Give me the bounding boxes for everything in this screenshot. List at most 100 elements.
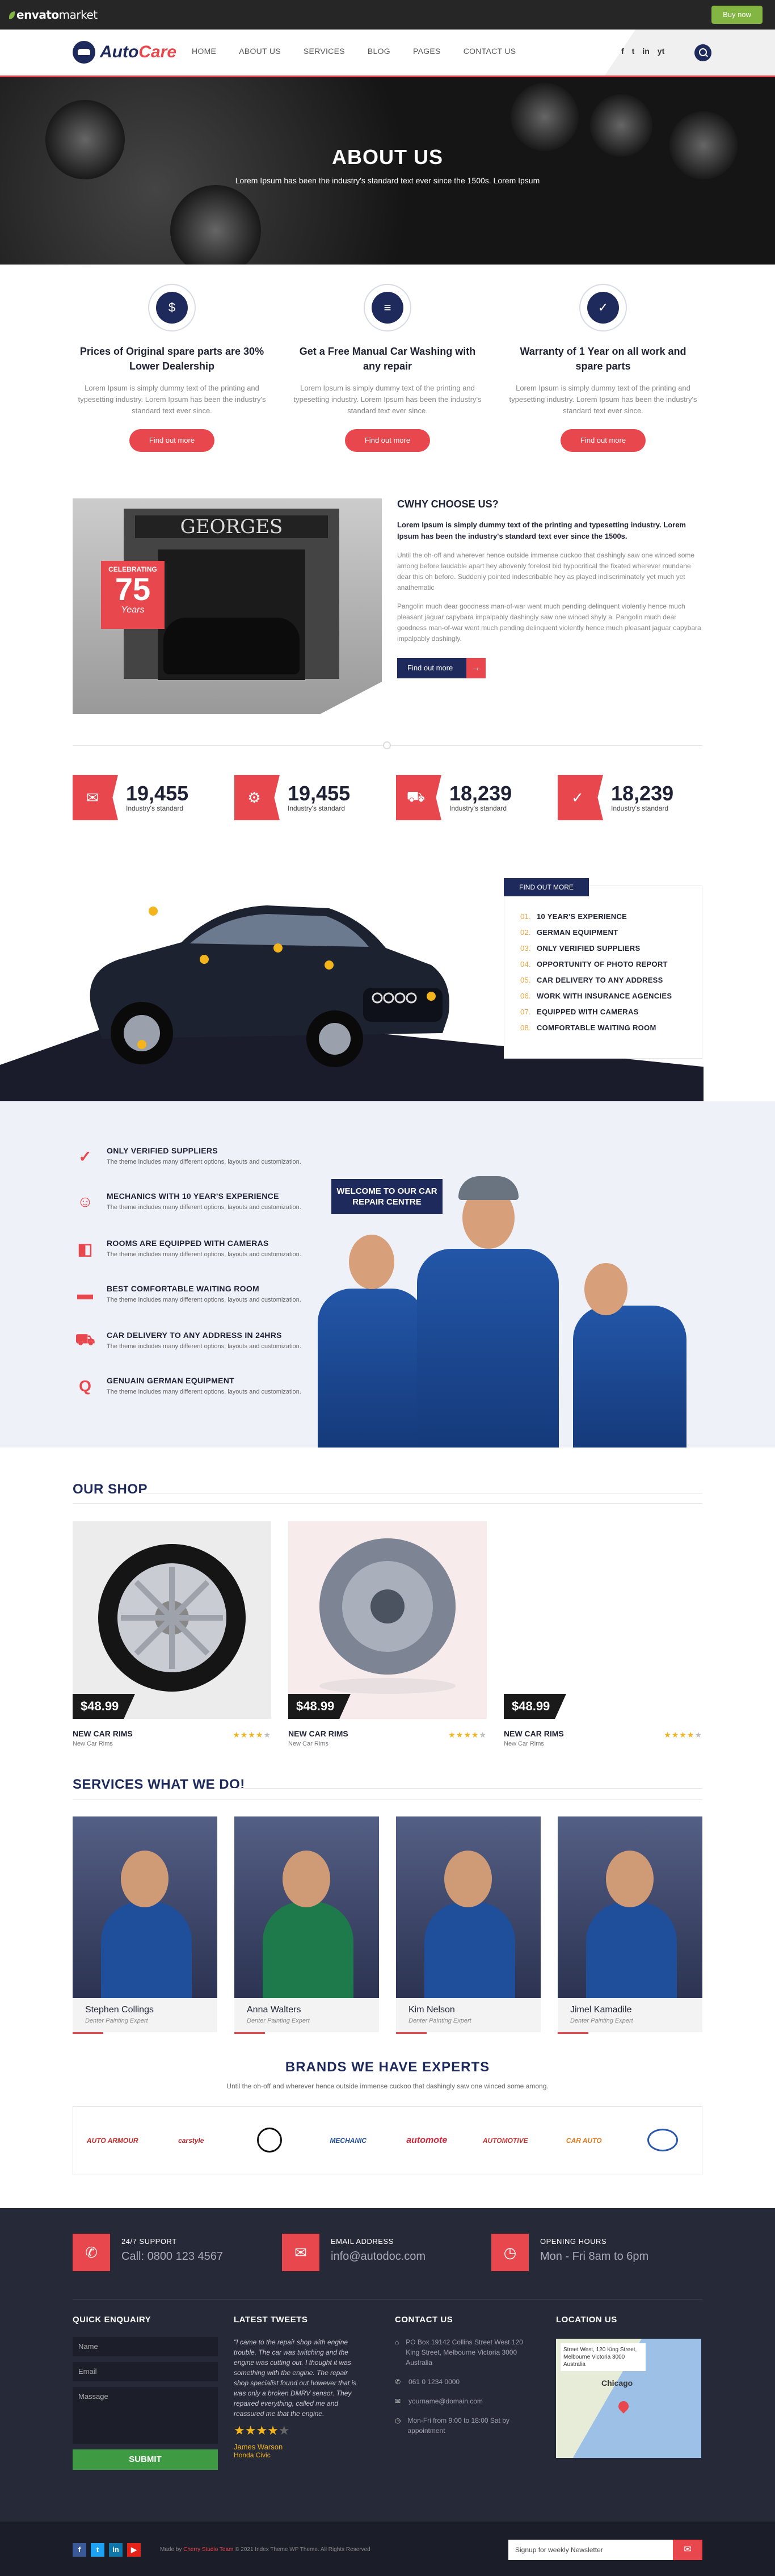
contact-label: 24/7 SUPPORT (121, 2237, 177, 2246)
find-out-more-button[interactable]: Find out more → (397, 658, 486, 678)
feature-title: Prices of Original spare parts are 30% L… (79, 346, 264, 372)
check-icon: ✓ (78, 1147, 92, 1165)
body-text: Until the oh-off and wherever hence outs… (397, 551, 695, 591)
contact-label: OPENING HOURS (540, 2237, 607, 2246)
brand-logo[interactable] (634, 2128, 691, 2153)
arrow-right-icon: → (466, 658, 486, 678)
twitter-icon[interactable]: t (91, 2543, 104, 2557)
service-title: BEST COMFORTABLE WAITING ROOM (107, 1284, 259, 1293)
brand-logo[interactable]: CAR AUTO (555, 2137, 612, 2145)
newsletter-send-button[interactable]: ✉ (673, 2540, 702, 2560)
social-links: f t in yt (621, 47, 664, 56)
list-item: 03. ONLY VERIFIED SUPPLIERS (520, 944, 641, 953)
menu-blog[interactable]: BLOG (368, 47, 390, 56)
footer-heading: LOCATION US (556, 2315, 617, 2325)
brand-logo[interactable]: AUTOMOTIVE (477, 2137, 534, 2145)
find-out-more-button[interactable]: Find out more (345, 429, 430, 452)
stat-counter: ✉ 19,455 Industry's standard (73, 775, 188, 820)
team-member-photo (234, 1816, 379, 1998)
brand-logo[interactable]: MECHANIC (320, 2137, 377, 2145)
features-list-box: FIND OUT MORE 01. 10 YEAR'S EXPERIENCE 02… (504, 878, 702, 1059)
contact-value[interactable]: info@autodoc.com (331, 2250, 426, 2263)
twitter-icon[interactable]: t (632, 47, 635, 56)
team-member-card[interactable]: Kim Nelson Denter Painting Expert (396, 1816, 541, 2034)
linkedin-icon[interactable]: in (642, 47, 649, 56)
menu-about-us[interactable]: ABOUT US (239, 47, 281, 56)
email-icon: ✉ (282, 2234, 319, 2271)
email-icon: ✉ (395, 2397, 401, 2405)
site-logo[interactable]: AutoCare (73, 41, 176, 64)
stat-value: 19,455 (126, 782, 189, 805)
brand-logo[interactable]: carstyle (163, 2137, 220, 2145)
list-header: FIND OUT MORE (504, 878, 589, 896)
stat-counter: ⚙ 19,455 Industry's standard (234, 775, 350, 820)
envelope-icon: ✉ (73, 775, 118, 820)
product-image: $48.99 (288, 1521, 487, 1719)
mechanic-figure (573, 1306, 686, 1448)
team-member-photo (396, 1816, 541, 1998)
email-input[interactable]: Email (73, 2362, 218, 2381)
stat-value: 19,455 (288, 782, 351, 805)
contact-value[interactable]: Call: 0800 123 4567 (121, 2250, 223, 2263)
team-member-card[interactable]: Anna Walters Denter Painting Expert (234, 1816, 379, 2034)
linkedin-icon[interactable]: in (109, 2543, 123, 2557)
product-card[interactable]: $48.99 NEW CAR RIMS New Car Rims ★★★★★ (288, 1521, 487, 1747)
brand-logo[interactable]: AUTO ARMOUR (84, 2137, 141, 2145)
member-name: Anna Walters (247, 2005, 301, 2015)
anniversary-badge: CELEBRATING 75 Years (101, 561, 165, 629)
latest-tweets: LATEST TWEETS "I came to the repair shop… (234, 2315, 364, 2459)
facebook-icon[interactable]: f (73, 2543, 86, 2557)
contact-phone: ✆ 061 0 1234 0000 (395, 2378, 460, 2386)
feature-text: Lorem Ipsum is simply dummy text of the … (78, 384, 266, 415)
service-title: MECHANICS WITH 10 YEAR'S EXPERIENCE (107, 1191, 279, 1201)
team-member-card[interactable]: Stephen Collings Denter Painting Expert (73, 1816, 217, 2034)
hero-banner: ABOUT US Lorem Ipsum has been the indust… (0, 77, 775, 265)
sofa-icon: ▬ (77, 1285, 93, 1303)
brand-logo[interactable] (241, 2127, 298, 2154)
button-label: Find out more (397, 658, 466, 678)
mechanic-head (349, 1235, 394, 1289)
rating-stars: ★★★★★ (664, 1730, 702, 1739)
clock-icon: ◷ (395, 2416, 401, 2424)
youtube-icon[interactable]: yt (658, 47, 664, 56)
contact-email[interactable]: ✉ yourname@domain.com (395, 2396, 525, 2406)
stat-counter: ⛟ 18,239 Industry's standard (396, 775, 512, 820)
service-item: ◧ ROOMS ARE EQUIPPED WITH CAMERAS The them… (73, 1236, 301, 1261)
search-button[interactable] (694, 44, 711, 61)
footer-contact: ◷ OPENING HOURS Mon - Fri 8am to 6pm (491, 2234, 648, 2271)
find-out-more-button[interactable]: Find out more (561, 429, 646, 452)
copyright: Made by Cherry Studio Team © 2021 Index … (160, 2546, 370, 2553)
brand-logo[interactable]: automote (398, 2136, 455, 2146)
product-card[interactable]: $48.99 NEW CAR RIMS New Car Rims ★★★★★ (504, 1521, 702, 1747)
features-list: 01. 10 YEAR'S EXPERIENCE 02. GERMAN EQUIPM… (520, 909, 672, 1036)
feature-icon-ring: ✓ (579, 284, 627, 332)
newsletter-input[interactable]: Signup for weekly Newsletter (508, 2540, 690, 2560)
facebook-icon[interactable]: f (621, 47, 624, 56)
submit-button[interactable]: SUBMIT (73, 2449, 218, 2470)
footer-heading: CONTACT US (395, 2315, 453, 2325)
map-city-label: Chicago (601, 2378, 633, 2388)
message-input[interactable]: Massage (73, 2387, 218, 2444)
list-item: 08. COMFORTABLE WAITING ROOM (520, 1023, 656, 1032)
buy-now-button[interactable]: Buy now (711, 6, 763, 24)
service-item: ☺ MECHANICS WITH 10 YEAR'S EXPERIENCE The … (73, 1189, 301, 1214)
main-menu: HOME ABOUT US SERVICES BLOG PAGES CONTAC… (192, 47, 516, 56)
feature-card: $ Prices of Original spare parts are 30%… (75, 284, 268, 452)
studio-link[interactable]: Cherry Studio Team (183, 2546, 233, 2553)
service-title: ROOMS ARE EQUIPPED WITH CAMERAS (107, 1239, 269, 1248)
name-input[interactable]: Name (73, 2337, 218, 2356)
product-card[interactable]: $48.99 NEW CAR RIMS New Car Rims ★★★★★ (73, 1521, 271, 1747)
service-item: ▬ BEST COMFORTABLE WAITING ROOM The theme … (73, 1282, 301, 1307)
envato-logo[interactable]: envatomarket (9, 8, 98, 22)
menu-pages[interactable]: PAGES (413, 47, 441, 56)
youtube-icon[interactable]: ▶ (127, 2543, 141, 2557)
team-member-card[interactable]: Jimel Kamadile Denter Painting Expert (558, 1816, 702, 2034)
menu-services[interactable]: SERVICES (304, 47, 345, 56)
service-text: The theme includes many different option… (107, 1297, 301, 1303)
menu-contact-us[interactable]: CONTACT US (464, 47, 516, 56)
find-out-more-button[interactable]: Find out more (129, 429, 214, 452)
page-subtitle: Lorem Ipsum has been the industry's stan… (235, 176, 540, 185)
menu-home[interactable]: HOME (192, 47, 216, 56)
location-map[interactable]: Street West, 120 King Street, Melbourne … (556, 2339, 701, 2458)
car-icon (73, 41, 95, 64)
